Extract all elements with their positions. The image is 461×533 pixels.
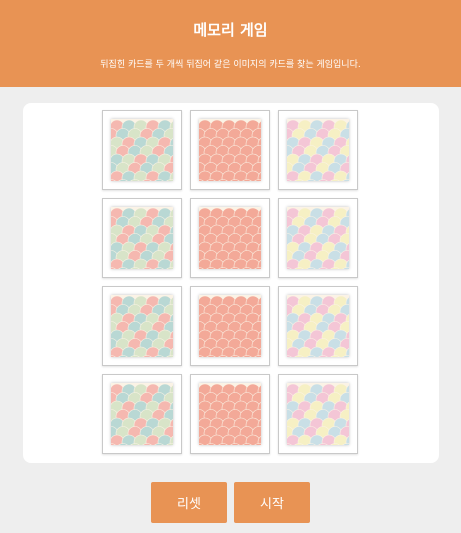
memory-card[interactable]: [102, 286, 182, 366]
card-back-pattern: [111, 207, 173, 269]
card-back-pattern: [111, 295, 173, 357]
card-back-pattern: [199, 383, 261, 445]
memory-card[interactable]: [278, 286, 358, 366]
card-back-pattern: [287, 207, 349, 269]
memory-card[interactable]: [278, 374, 358, 454]
header: 메모리 게임 뒤집힌 카드를 두 개씩 뒤집어 같은 이미지의 카드를 찾는 게…: [0, 0, 461, 87]
memory-card[interactable]: [190, 110, 270, 190]
reset-button[interactable]: 리셋: [151, 482, 227, 523]
memory-card[interactable]: [278, 110, 358, 190]
memory-card[interactable]: [278, 198, 358, 278]
card-back-pattern: [111, 383, 173, 445]
card-back-pattern: [199, 295, 261, 357]
memory-card[interactable]: [102, 198, 182, 278]
card-back-pattern: [287, 119, 349, 181]
card-back-pattern: [287, 383, 349, 445]
memory-card[interactable]: [102, 374, 182, 454]
memory-card[interactable]: [190, 286, 270, 366]
memory-card[interactable]: [190, 198, 270, 278]
memory-card[interactable]: [190, 374, 270, 454]
card-back-pattern: [111, 119, 173, 181]
card-back-pattern: [199, 119, 261, 181]
card-back-pattern: [199, 207, 261, 269]
start-button[interactable]: 시작: [234, 482, 310, 523]
page-title: 메모리 게임: [193, 21, 268, 39]
card-back-pattern: [287, 295, 349, 357]
page-subtitle: 뒤집힌 카드를 두 개씩 뒤집어 같은 이미지의 카드를 찾는 게임입니다.: [100, 60, 361, 70]
memory-card[interactable]: [102, 110, 182, 190]
